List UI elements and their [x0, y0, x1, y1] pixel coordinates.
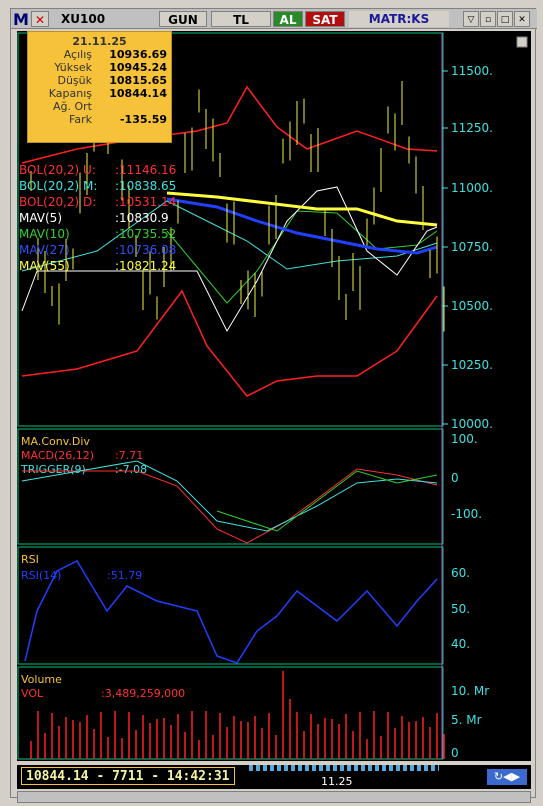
matriks-logo-icon: M — [13, 10, 29, 29]
legend-label: BOL(20,2) M: — [19, 179, 97, 193]
rsi-axis-label: 60. — [451, 566, 470, 580]
macd-axis-label: 100. — [451, 432, 478, 446]
sell-button[interactable]: SAT — [305, 11, 345, 27]
info-row: Açılış 10936.69 — [63, 48, 167, 61]
time-scrollbar[interactable] — [249, 765, 439, 771]
currency-button[interactable]: TL — [211, 11, 271, 27]
volume-value: :3,489,259,000 — [101, 687, 185, 700]
legend-value: :10736.08 — [115, 243, 176, 257]
macd-axis-label: -100. — [451, 507, 482, 521]
info-row: Kapanış 10844.14 — [48, 87, 167, 100]
info-row: Düşük 10815.65 — [57, 74, 167, 87]
price-axis-label: 10500. — [451, 299, 493, 313]
period-button[interactable]: GUN — [159, 11, 207, 27]
legend-value: :10531.14 — [115, 195, 176, 209]
volume-title: Volume — [21, 673, 62, 686]
price-axis-label: 11000. — [451, 181, 493, 195]
volume-label: VOL — [21, 687, 44, 700]
price-axis-label: 10750. — [451, 240, 493, 254]
volume-axis-label: 0 — [451, 746, 459, 760]
info-date: 21.11.25 — [72, 35, 127, 48]
rsi-value: :51.79 — [107, 569, 142, 582]
legend-label: BOL(20,2) D: — [19, 195, 96, 209]
macd-title: MA.Conv.Div — [21, 435, 90, 448]
symbol-label[interactable]: XU100 — [49, 11, 149, 27]
volume-axis-label: 10. Mr — [451, 684, 489, 698]
legend-value: :10838.65 — [115, 179, 176, 193]
legend-label: MAV(5) — [19, 211, 62, 225]
macd-axis-label: 0 — [451, 471, 459, 485]
legend-value: :10830.9 — [115, 211, 169, 225]
toolbar: M ✕ XU100 GUN TL AL SAT MATR:KS ▽ ▫ □ ✕ — [11, 9, 537, 29]
maximize-icon[interactable]: □ — [497, 11, 513, 27]
status-bar: 10844.14 - 7711 - 14:42:31 11.25 ↻◀▶ — [17, 765, 531, 789]
trigger-label: TRIGGER(9) — [20, 463, 86, 476]
brand-label: MATR:KS — [349, 11, 449, 27]
legend-label: MAV(27) — [19, 243, 70, 257]
legend-label: MAV(55) — [19, 259, 70, 273]
chart-type-icon[interactable]: ✕ — [31, 11, 49, 27]
price-axis-label: 10000. — [451, 417, 493, 431]
macd-value: :7.71 — [115, 449, 143, 462]
close-icon[interactable]: ✕ — [514, 11, 530, 27]
rsi-axis-label: 40. — [451, 637, 470, 651]
status-value: 10844.14 - 7711 - 14:42:31 — [21, 767, 235, 785]
legend-value: :11146.16 — [115, 163, 176, 177]
rsi-title: RSI — [21, 553, 39, 566]
buy-button[interactable]: AL — [273, 11, 303, 27]
dropdown-icon[interactable]: ▽ — [463, 11, 479, 27]
price-axis-label: 10250. — [451, 358, 493, 372]
ohlc-info-box: 21.11.25 Açılış 10936.69 Yüksek 10945.24 D… — [27, 31, 172, 143]
trigger-value: :-7.08 — [115, 463, 147, 476]
price-axis-label: 11250. — [451, 121, 493, 135]
info-row: Fark -135.59 — [69, 113, 167, 126]
panel-close-icon[interactable] — [516, 36, 528, 48]
volume-axis-label: 5. Mr — [451, 713, 482, 727]
macd-label: MACD(26,12) — [21, 449, 94, 462]
navigate-icon[interactable]: ↻◀▶ — [487, 769, 527, 785]
legend-value: :10821.24 — [115, 259, 176, 273]
legend-label: BOL(20,2) U: — [19, 163, 96, 177]
info-row: Ağ. Ort — [53, 100, 92, 113]
chart-window: M ✕ XU100 GUN TL AL SAT MATR:KS ▽ ▫ □ ✕ … — [10, 8, 537, 803]
legend-value: :10735.52 — [115, 227, 176, 241]
minimize-icon[interactable]: ▫ — [480, 11, 496, 27]
rsi-axis-label: 50. — [451, 602, 470, 616]
horizontal-scrollbar[interactable] — [17, 791, 531, 803]
price-axis-label: 11500. — [451, 64, 493, 78]
legend-label: MAV(10) — [19, 227, 70, 241]
status-date: 11.25 — [321, 775, 353, 788]
info-row: Yüksek 10945.24 — [54, 61, 167, 74]
